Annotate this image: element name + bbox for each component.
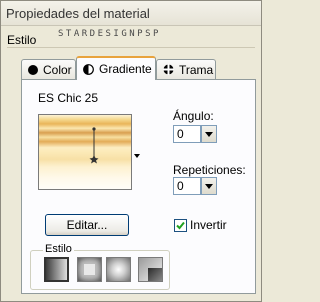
tab-color-label: Color bbox=[43, 62, 72, 77]
circle-icon bbox=[28, 64, 38, 75]
tab-pattern-label: Trama bbox=[179, 62, 214, 77]
gradient-preview[interactable] bbox=[38, 114, 132, 190]
tab-gradient[interactable]: Gradiente bbox=[76, 56, 156, 80]
repetitions-input[interactable] bbox=[173, 177, 201, 195]
invert-label: Invertir bbox=[190, 218, 227, 232]
watermark-text: STARDESIGNPSP bbox=[58, 29, 161, 39]
gradient-name: ES Chic 25 bbox=[38, 91, 99, 105]
repetitions-label: Repeticiones: bbox=[173, 163, 246, 177]
tab-gradient-label: Gradiente bbox=[99, 62, 152, 76]
window-title: Propiedades del material bbox=[6, 6, 150, 21]
repetitions-spin-button[interactable] bbox=[201, 177, 217, 195]
invert-checkbox[interactable] bbox=[174, 219, 187, 232]
pattern-icon bbox=[163, 64, 174, 75]
chevron-down-icon bbox=[205, 132, 213, 137]
gradient-style-label: Estilo bbox=[43, 243, 74, 255]
tab-pattern[interactable]: Trama bbox=[156, 59, 216, 79]
angle-input[interactable] bbox=[173, 125, 201, 143]
tab-color[interactable]: Color bbox=[21, 59, 76, 79]
edit-button[interactable]: Editar... bbox=[45, 214, 129, 236]
gradient-angle-handle[interactable] bbox=[39, 115, 131, 189]
angle-spin-button[interactable] bbox=[201, 125, 217, 143]
radial-gradient-icon[interactable] bbox=[138, 257, 163, 282]
angle-label: Ángulo: bbox=[173, 109, 214, 123]
checkmark-icon bbox=[176, 221, 185, 230]
linear-gradient-icon[interactable] bbox=[44, 257, 69, 282]
group-divider bbox=[7, 47, 255, 48]
style-group-label: Estilo bbox=[7, 33, 37, 47]
half-circle-icon bbox=[83, 63, 94, 75]
gradient-dropdown-arrow-icon[interactable] bbox=[134, 154, 140, 158]
rectangular-gradient-icon[interactable] bbox=[77, 257, 102, 282]
chevron-down-icon bbox=[205, 184, 213, 189]
sunburst-gradient-icon[interactable] bbox=[106, 257, 131, 282]
title-bar: Propiedades del material bbox=[1, 1, 261, 26]
